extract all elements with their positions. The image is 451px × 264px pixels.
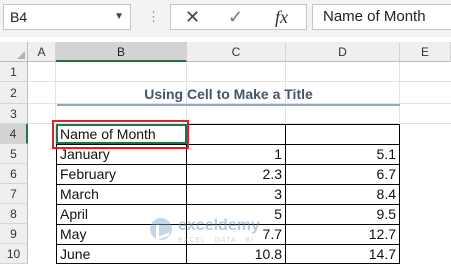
row-header-3[interactable]: 3 (0, 104, 28, 124)
row-header-5[interactable]: 5 (0, 144, 28, 164)
chevron-down-icon[interactable]: ▼ (114, 5, 124, 29)
table-cell-value-d[interactable]: 5.1 (286, 145, 399, 164)
table-cell-value-d[interactable]: 6.7 (286, 165, 399, 184)
close-icon[interactable]: ✕ (185, 7, 200, 27)
table-cell-month[interactable]: February (57, 165, 186, 184)
insert-function-button[interactable]: fx (275, 7, 288, 27)
column-header-d[interactable]: D (286, 42, 400, 62)
table-cell-month[interactable]: March (57, 185, 186, 204)
select-all-button[interactable] (0, 42, 28, 62)
watermark-name: exceldemy (178, 217, 260, 234)
gridline (28, 81, 451, 82)
table-cell-value-c[interactable]: 3 (187, 185, 285, 204)
vertical-dots-icon[interactable]: ⋮ (147, 9, 161, 25)
checkmark-icon[interactable]: ✓ (228, 7, 243, 27)
title-underline (57, 104, 400, 106)
exceldemy-logo-icon (150, 218, 172, 240)
row-header-9[interactable]: 9 (0, 224, 28, 244)
table-border (399, 124, 400, 264)
watermark: exceldemy EXCEL · DATA · BI (150, 216, 280, 256)
column-header-c[interactable]: C (187, 42, 286, 62)
row-header-7[interactable]: 7 (0, 184, 28, 204)
row-header-2[interactable]: 2 (0, 82, 28, 104)
name-box-value: B4 (10, 9, 28, 25)
formula-input[interactable]: Name of Month (312, 4, 451, 30)
column-header-e[interactable]: E (400, 42, 451, 62)
name-box[interactable]: B4 ▼ (3, 4, 131, 30)
highlight-box (52, 120, 189, 149)
column-header-b[interactable]: B (56, 42, 187, 62)
row-header-6[interactable]: 6 (0, 164, 28, 184)
formula-buttons: ✕ ✓ fx (170, 4, 307, 30)
formula-bar-area: B4 ▼ ⋮ ✕ ✓ fx Name of Month (0, 0, 451, 37)
table-cell-value-c[interactable]: 1 (187, 145, 285, 164)
row-header-4[interactable]: 4 (0, 124, 28, 144)
table-cell-value-d[interactable]: 14.7 (286, 245, 399, 264)
table-cell-value-d[interactable]: 8.4 (286, 185, 399, 204)
table-header-cell[interactable] (187, 125, 285, 144)
row-header-8[interactable]: 8 (0, 204, 28, 224)
table-cell-value-d[interactable]: 9.5 (286, 205, 399, 224)
table-cell-value-d[interactable]: 12.7 (286, 225, 399, 244)
sheet-title-cell: Using Cell to Make a Title (144, 86, 313, 102)
watermark-tagline: EXCEL · DATA · BI (178, 237, 254, 244)
row-header-10[interactable]: 10 (0, 244, 28, 264)
row-header-1[interactable]: 1 (0, 62, 28, 82)
column-header-a[interactable]: A (28, 42, 56, 62)
table-header-cell[interactable] (286, 125, 399, 144)
table-cell-value-c[interactable]: 2.3 (187, 165, 285, 184)
